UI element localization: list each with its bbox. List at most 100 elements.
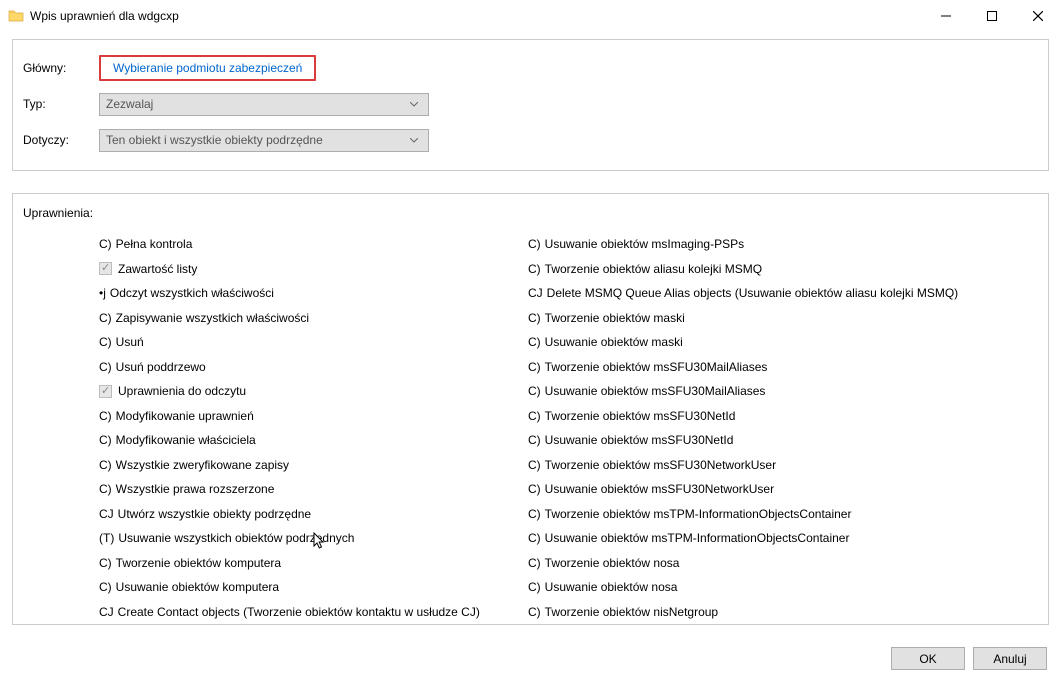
applies-value: Ten obiekt i wszystkie obiekty podrzędne	[106, 133, 406, 147]
permission-item[interactable]: C)Usuwanie obiektów nosa	[528, 575, 958, 600]
permission-prefix: C)	[528, 237, 541, 251]
ok-button[interactable]: OK	[891, 647, 965, 670]
permission-label: Tworzenie obiektów nisNetgroup	[545, 605, 718, 619]
permission-label: Zawartość listy	[118, 262, 197, 276]
permission-label: Modyfikowanie właściciela	[116, 433, 256, 447]
permission-item[interactable]: C) Usuwanie obiektów komputera	[99, 575, 528, 600]
permission-prefix: CJ	[99, 605, 114, 619]
permission-prefix: C)	[528, 311, 541, 325]
permission-item[interactable]: C) Usuwanie obiektów msSFU30NetId	[528, 428, 958, 453]
permissions-left-column: C)Pełna kontrola ✓ Zawartość listy •jOdczyt…	[23, 232, 528, 624]
permission-label: Usuwanie obiektów maski	[545, 335, 683, 349]
permission-prefix: C)	[528, 531, 541, 545]
window-title: Wpis uprawnień dla wdgcxp	[30, 9, 179, 23]
permission-prefix: C)	[99, 360, 112, 374]
minimize-button[interactable]	[923, 0, 969, 31]
permission-label: Uprawnienia do odczytu	[118, 384, 246, 398]
permission-item[interactable]: C) Tworzenie obiektów nisNetgroup	[528, 600, 958, 625]
permissions-header: Uprawnienia:	[23, 206, 1038, 220]
permission-prefix: C)	[528, 433, 541, 447]
permission-label: Usuwanie wszystkich obiektów podrzędnych	[118, 531, 354, 545]
type-label: Typ:	[23, 97, 99, 111]
permission-item[interactable]: C) Tworzenie obiektów komputera	[99, 551, 528, 576]
permission-item[interactable]: C)Tworzenie obiektów aliasu kolejki MSMQ	[528, 257, 958, 282]
permission-prefix: C)	[99, 335, 112, 349]
permission-label: Tworzenie obiektów komputera	[116, 556, 281, 570]
permission-label: Usuwanie obiektów msSFU30MailAliases	[545, 384, 766, 398]
permission-prefix: C)	[528, 580, 541, 594]
permission-label: Utwórz wszystkie obiekty podrzędne	[118, 507, 311, 521]
permissions-group: Uprawnienia: C)Pełna kontrola ✓ Zawartość …	[12, 193, 1049, 625]
permission-prefix: CJ	[528, 286, 543, 300]
permission-item[interactable]: C)Wszystkie prawa rozszerzone	[99, 477, 528, 502]
permission-item[interactable]: C)Pełna kontrola	[99, 232, 528, 257]
permission-label: Odczyt wszystkich właściwości	[110, 286, 274, 300]
permission-item[interactable]: C) Usuwanie obiektów msSFU30MailAliases	[528, 379, 958, 404]
permission-item[interactable]: C) Tworzenie obiektów msTPM-InformationOb…	[528, 502, 958, 527]
permission-item[interactable]: C)Tworzenie obiektów maski	[528, 306, 958, 331]
permission-label: Usuwanie obiektów komputera	[116, 580, 279, 594]
principal-label: Główny:	[23, 61, 99, 75]
permission-label: Tworzenie obiektów msSFU30MailAliases	[545, 360, 768, 374]
permission-prefix: C)	[99, 458, 112, 472]
maximize-button[interactable]	[969, 0, 1015, 31]
principal-highlight: Wybieranie podmiotu zabezpieczeń	[99, 55, 316, 81]
permission-item[interactable]: ✓Uprawnienia do odczytu	[99, 379, 528, 404]
type-value: Zezwalaj	[106, 97, 406, 111]
cancel-button[interactable]: Anuluj	[973, 647, 1047, 670]
permissions-right-column: C)Usuwanie obiektów msImaging-PSPsC)Twor…	[528, 232, 958, 624]
permission-item[interactable]: C)Usuwanie obiektów msSFU30NetworkUser	[528, 477, 958, 502]
applies-label: Dotyczy:	[23, 133, 99, 147]
permission-label: Usuwanie obiektów msSFU30NetworkUser	[545, 482, 774, 496]
permission-item[interactable]: C) Usuwanie obiektów maski	[528, 330, 958, 355]
permission-checkbox: ✓	[99, 262, 112, 275]
permission-item[interactable]: C) Usuń	[99, 330, 528, 355]
permission-label: Usuń	[116, 335, 144, 349]
permission-item[interactable]: (T)Usuwanie wszystkich obiektów podrzędn…	[99, 526, 528, 551]
permission-item[interactable]: C) Tworzenie obiektów nosa	[528, 551, 958, 576]
permission-prefix: C)	[528, 384, 541, 398]
permission-item[interactable]: C)Modyfikowanie właściciela	[99, 428, 528, 453]
permission-prefix: C)	[528, 507, 541, 521]
permission-label: Tworzenie obiektów aliasu kolejki MSMQ	[545, 262, 762, 276]
permission-item[interactable]: C)Usuwanie obiektów msImaging-PSPs	[528, 232, 958, 257]
chevron-down-icon	[406, 138, 422, 143]
permission-prefix: C)	[528, 458, 541, 472]
close-button[interactable]	[1015, 0, 1061, 31]
select-principal-link[interactable]: Wybieranie podmiotu zabezpieczeń	[105, 57, 310, 79]
permission-prefix: C)	[528, 605, 541, 619]
button-bar: OK Anuluj	[891, 647, 1047, 670]
applies-dropdown[interactable]: Ten obiekt i wszystkie obiekty podrzędne	[99, 129, 429, 152]
permission-item[interactable]: •jOdczyt wszystkich właściwości	[99, 281, 528, 306]
permission-prefix: C)	[99, 237, 112, 251]
permission-prefix: C)	[528, 556, 541, 570]
permission-item[interactable]: C)Tworzenie obiektów msSFU30NetworkUser	[528, 453, 958, 478]
permission-prefix: C)	[99, 482, 112, 496]
permission-item[interactable]: C)Modyfikowanie uprawnień	[99, 404, 528, 429]
permission-prefix: C)	[528, 335, 541, 349]
permission-prefix: CJ	[99, 507, 114, 521]
permission-item[interactable]: C) Usuwanie obiektów msTPM-InformationObj…	[528, 526, 958, 551]
permission-label: Delete MSMQ Queue Alias objects (Usuwani…	[547, 286, 959, 300]
permission-item[interactable]: ✓ Zawartość listy	[99, 257, 528, 282]
permission-label: Usuń poddrzewo	[116, 360, 206, 374]
permission-item[interactable]: C)Zapisywanie wszystkich właściwości	[99, 306, 528, 331]
permission-label: Tworzenie obiektów nosa	[545, 556, 680, 570]
permission-prefix: C)	[99, 580, 112, 594]
permission-item[interactable]: CJ Utwórz wszystkie obiekty podrzędne	[99, 502, 528, 527]
permission-item[interactable]: C)Tworzenie obiektów msSFU30MailAliases	[528, 355, 958, 380]
permission-label: Usuwanie obiektów msSFU30NetId	[545, 433, 734, 447]
permission-item[interactable]: C)Wszystkie zweryfikowane zapisy	[99, 453, 528, 478]
permission-label: Tworzenie obiektów msTPM-InformationObje…	[545, 507, 852, 521]
permission-label: Usuwanie obiektów msTPM-InformationObjec…	[545, 531, 850, 545]
type-dropdown[interactable]: Zezwalaj	[99, 93, 429, 116]
permission-item[interactable]: C)Tworzenie obiektów msSFU30NetId	[528, 404, 958, 429]
permission-prefix: C)	[99, 556, 112, 570]
chevron-down-icon	[406, 102, 422, 107]
permission-label: Create Contact objects (Tworzenie obiekt…	[118, 605, 480, 619]
permission-item[interactable]: CJ Create Contact objects (Tworzenie obie…	[99, 600, 528, 625]
permission-item[interactable]: C) Usuń poddrzewo	[99, 355, 528, 380]
permission-item[interactable]: CJ Delete MSMQ Queue Alias objects (Usuwa…	[528, 281, 958, 306]
permission-prefix: C)	[99, 311, 112, 325]
principal-group: Główny: Wybieranie podmiotu zabezpieczeń…	[12, 39, 1049, 171]
